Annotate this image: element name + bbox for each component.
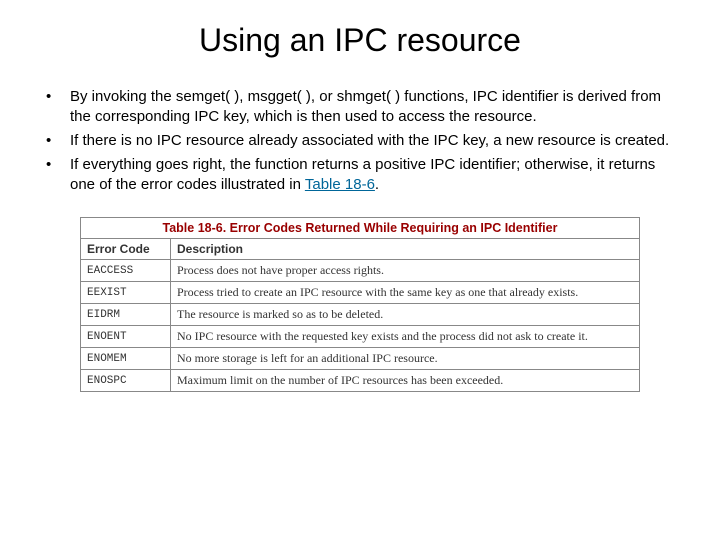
error-codes-table: Error Code Description EACCESS Process d… <box>80 238 640 392</box>
table-header-cell: Description <box>171 239 640 260</box>
bullet-marker: • <box>40 87 70 107</box>
bullet-marker: • <box>40 131 70 151</box>
description-cell: Process tried to create an IPC resource … <box>171 282 640 304</box>
bullet-text: By invoking the semget( ), msgget( ), or… <box>70 87 680 127</box>
table-row: ENOSPC Maximum limit on the number of IP… <box>81 370 640 392</box>
bullet-text-part: . <box>375 176 379 193</box>
list-item: • By invoking the semget( ), msgget( ), … <box>40 87 680 127</box>
list-item: • If everything goes right, the function… <box>40 155 680 195</box>
description-cell: Process does not have proper access righ… <box>171 260 640 282</box>
table-header-row: Error Code Description <box>81 239 640 260</box>
table-row: EEXIST Process tried to create an IPC re… <box>81 282 640 304</box>
bullet-text: If everything goes right, the function r… <box>70 155 680 195</box>
error-code-cell: EIDRM <box>81 304 171 326</box>
table-reference-link[interactable]: Table 18-6 <box>305 176 375 193</box>
list-item: • If there is no IPC resource already as… <box>40 131 680 151</box>
description-cell: Maximum limit on the number of IPC resou… <box>171 370 640 392</box>
error-code-cell: EACCESS <box>81 260 171 282</box>
bullet-list: • By invoking the semget( ), msgget( ), … <box>0 87 720 195</box>
error-codes-table-container: Table 18-6. Error Codes Returned While R… <box>80 217 640 392</box>
error-code-cell: ENOSPC <box>81 370 171 392</box>
table-caption: Table 18-6. Error Codes Returned While R… <box>80 217 640 238</box>
description-cell: No more storage is left for an additiona… <box>171 348 640 370</box>
table-header-cell: Error Code <box>81 239 171 260</box>
table-row: ENOENT No IPC resource with the requeste… <box>81 326 640 348</box>
error-code-cell: EEXIST <box>81 282 171 304</box>
table-row: ENOMEM No more storage is left for an ad… <box>81 348 640 370</box>
page-title: Using an IPC resource <box>0 0 720 87</box>
table-row: EACCESS Process does not have proper acc… <box>81 260 640 282</box>
error-code-cell: ENOMEM <box>81 348 171 370</box>
table-row: EIDRM The resource is marked so as to be… <box>81 304 640 326</box>
description-cell: The resource is marked so as to be delet… <box>171 304 640 326</box>
error-code-cell: ENOENT <box>81 326 171 348</box>
description-cell: No IPC resource with the requested key e… <box>171 326 640 348</box>
bullet-text: If there is no IPC resource already asso… <box>70 131 680 151</box>
bullet-marker: • <box>40 155 70 175</box>
